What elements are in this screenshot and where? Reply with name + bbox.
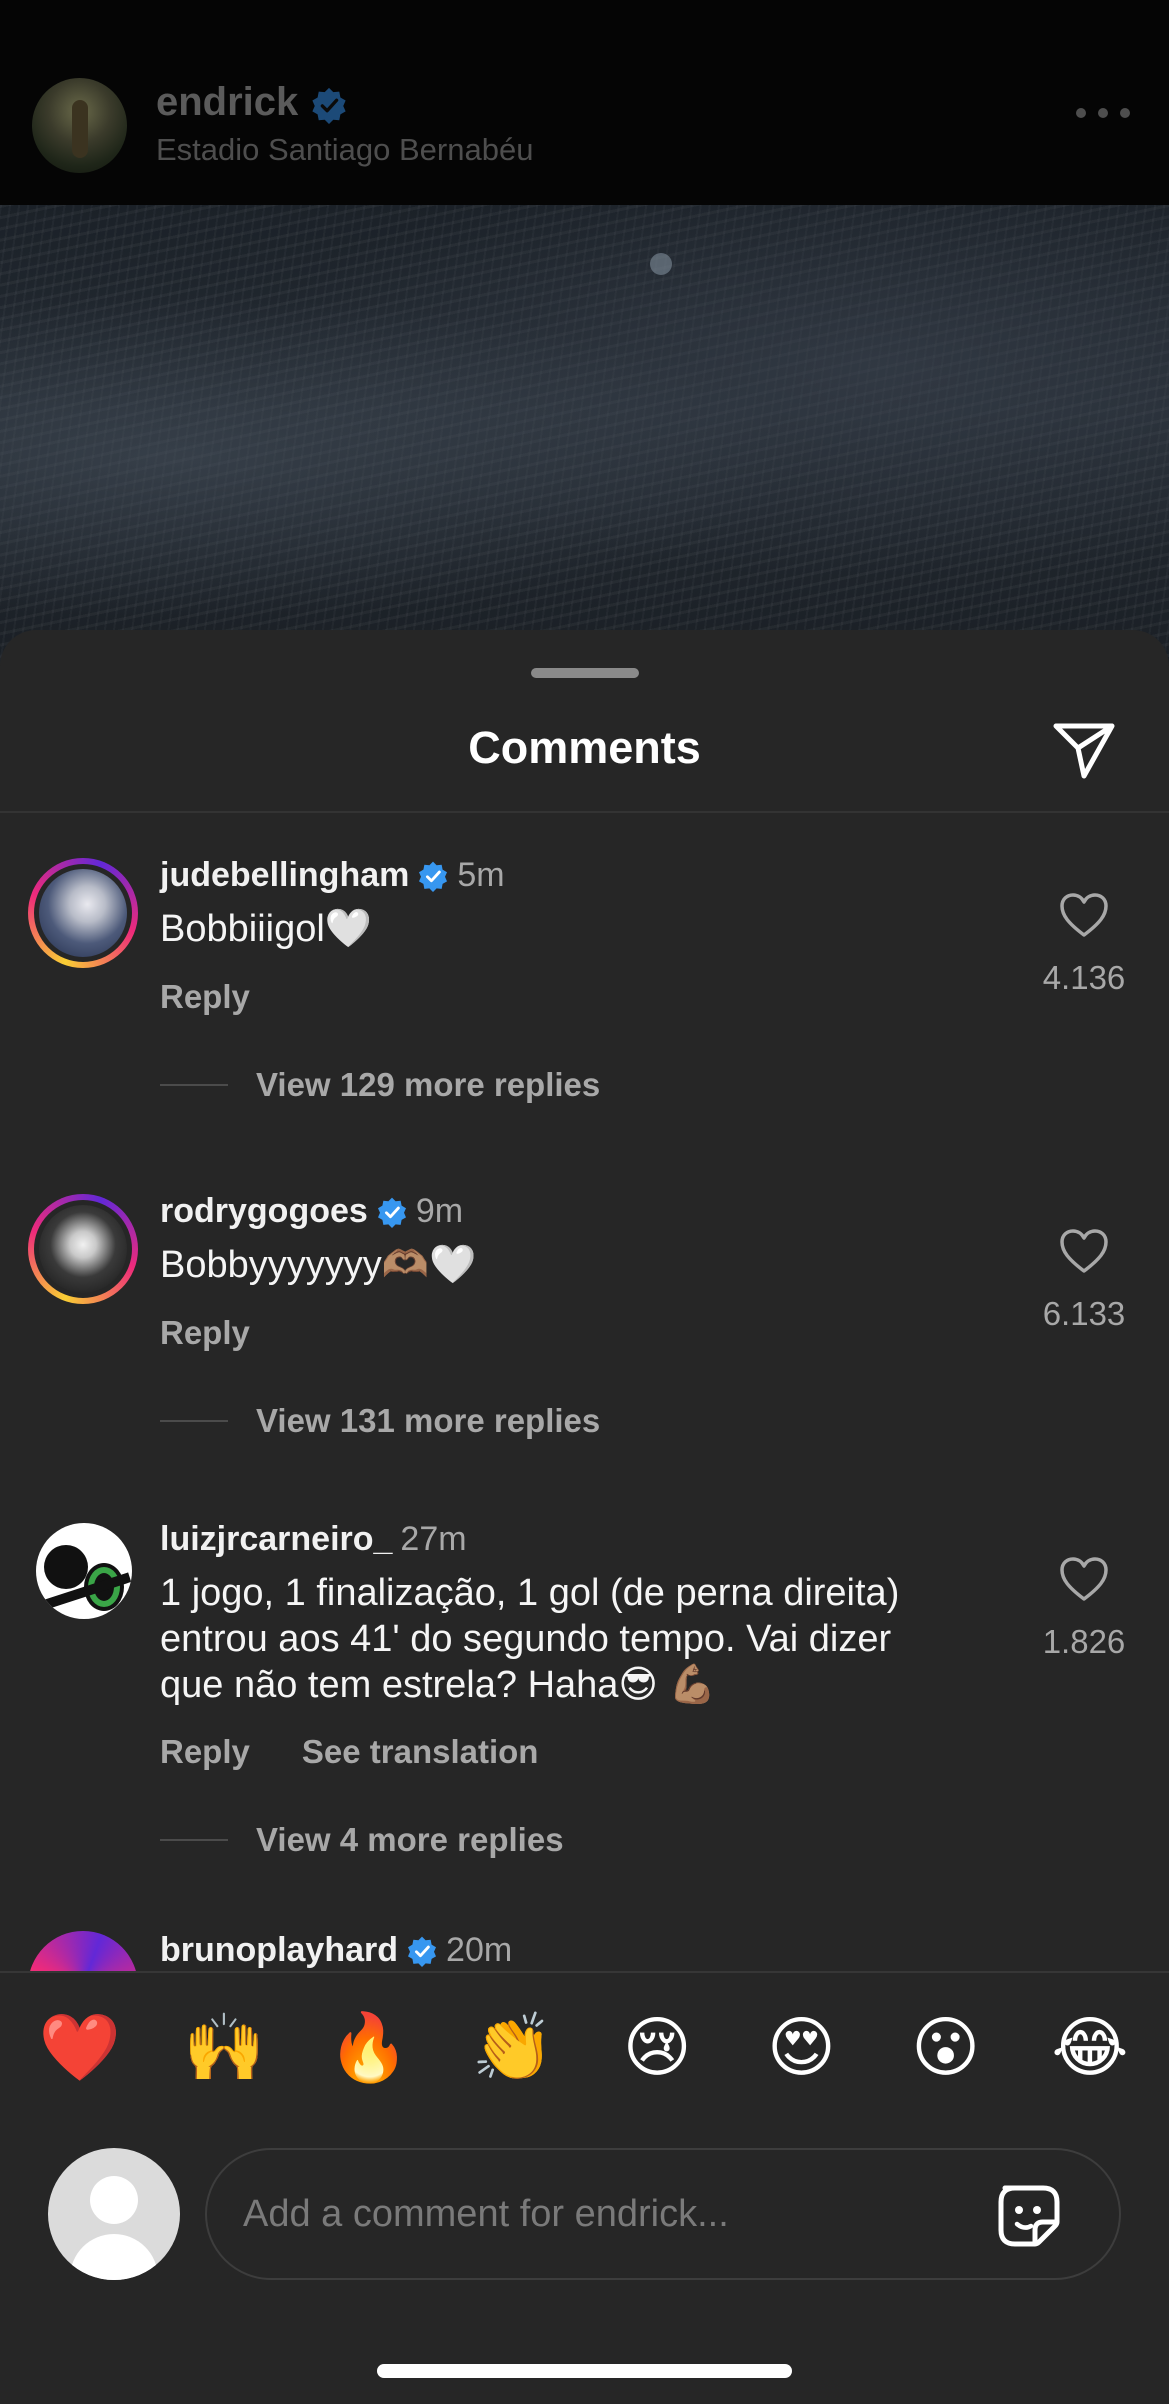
comment-text: Bobbiiigol🤍 <box>160 908 373 950</box>
commenter-avatar[interactable] <box>28 1194 138 1304</box>
comment-composer <box>205 2148 1121 2280</box>
comment-username[interactable]: brunoplayhard <box>160 1931 398 1970</box>
comment-username[interactable]: judebellingham <box>160 856 409 895</box>
current-user-avatar <box>48 2148 180 2280</box>
heart-icon[interactable] <box>1058 891 1110 939</box>
post-location[interactable]: Estadio Santiago Bernabéu <box>156 132 533 168</box>
reaction-laughing[interactable]: 😂 <box>1040 1998 1140 2098</box>
reaction-heart-eyes[interactable]: 😍 <box>751 1998 851 2098</box>
verified-badge-icon <box>408 1936 437 1967</box>
replies-divider-line <box>160 1084 228 1086</box>
post-header: endrick Estadio Santiago Bernabéu <box>0 0 1169 205</box>
view-replies-button[interactable]: View 129 more replies <box>160 1066 600 1104</box>
sheet-drag-handle[interactable] <box>531 668 639 678</box>
reply-button[interactable]: Reply <box>160 978 250 1016</box>
post-image-stadium <box>0 205 1169 665</box>
commenter-avatar[interactable] <box>28 1931 138 1971</box>
comment-username[interactable]: luizjrcarneiro_ <box>160 1520 392 1559</box>
verified-badge-icon <box>419 861 448 892</box>
quick-reactions-bar: ❤️ 🙌 🔥 👏 😢 😍 😮 😂 <box>30 1998 1140 2098</box>
sticker-icon[interactable] <box>991 2178 1067 2254</box>
comment-text: 1 jogo, 1 finalização, 1 gol (de perna d… <box>160 1572 900 1706</box>
share-paper-plane-icon[interactable] <box>1048 712 1120 784</box>
replies-divider-line <box>160 1420 228 1422</box>
comment-username[interactable]: rodrygogoes <box>160 1192 368 1231</box>
reaction-heart[interactable]: ❤️ <box>30 1998 130 2098</box>
comment-time: 5m <box>457 856 505 894</box>
verified-badge-icon <box>377 1197 406 1228</box>
reaction-surprised[interactable]: 😮 <box>896 1998 996 2098</box>
like-count: 6.133 <box>1042 1295 1126 1332</box>
heart-icon[interactable] <box>1058 1555 1110 1603</box>
view-replies-label: View 129 more replies <box>256 1066 601 1103</box>
comments-list[interactable]: judebellingham 5m Bobbiiigol🤍 Reply 4.13… <box>0 813 1169 1971</box>
view-replies-button[interactable]: View 4 more replies <box>160 1821 564 1859</box>
comment-time: 9m <box>415 1192 464 1230</box>
stadium-light <box>650 253 672 275</box>
sheet-title: Comments <box>468 722 701 773</box>
reply-button[interactable]: Reply <box>160 1733 250 1771</box>
more-options-icon[interactable] <box>1076 105 1130 121</box>
post-author-username[interactable]: endrick <box>156 80 298 125</box>
commenter-avatar[interactable] <box>36 1523 132 1619</box>
comment-text: Bobbyyyyyyy🫶🏽🤍 <box>160 1244 477 1286</box>
verified-badge-icon <box>312 87 346 124</box>
post-author-avatar[interactable] <box>32 78 127 173</box>
reactions-divider <box>0 1971 1169 1973</box>
heart-icon[interactable] <box>1058 1227 1110 1275</box>
like-count: 4.136 <box>1042 959 1126 996</box>
reply-button[interactable]: Reply <box>160 1314 250 1352</box>
view-replies-label: View 131 more replies <box>256 1402 601 1439</box>
view-replies-label: View 4 more replies <box>256 1821 564 1858</box>
replies-divider-line <box>160 1839 228 1841</box>
home-indicator[interactable] <box>377 2364 792 2378</box>
comment-time: 27m <box>400 1520 467 1558</box>
comment-input[interactable] <box>243 2184 943 2244</box>
reaction-crying[interactable]: 😢 <box>607 1998 707 2098</box>
reaction-raised-hands[interactable]: 🙌 <box>174 1998 274 2098</box>
reaction-fire[interactable]: 🔥 <box>319 1998 419 2098</box>
comments-sheet: Comments judebellingham 5m Bobbiiigol🤍 R… <box>0 630 1169 2404</box>
comment-time: 20m <box>446 1931 513 1969</box>
reaction-clap[interactable]: 👏 <box>463 1998 563 2098</box>
see-translation-button[interactable]: See translation <box>302 1733 539 1771</box>
view-replies-button[interactable]: View 131 more replies <box>160 1402 600 1440</box>
like-count: 1.826 <box>1042 1623 1126 1660</box>
commenter-avatar[interactable] <box>28 858 138 968</box>
